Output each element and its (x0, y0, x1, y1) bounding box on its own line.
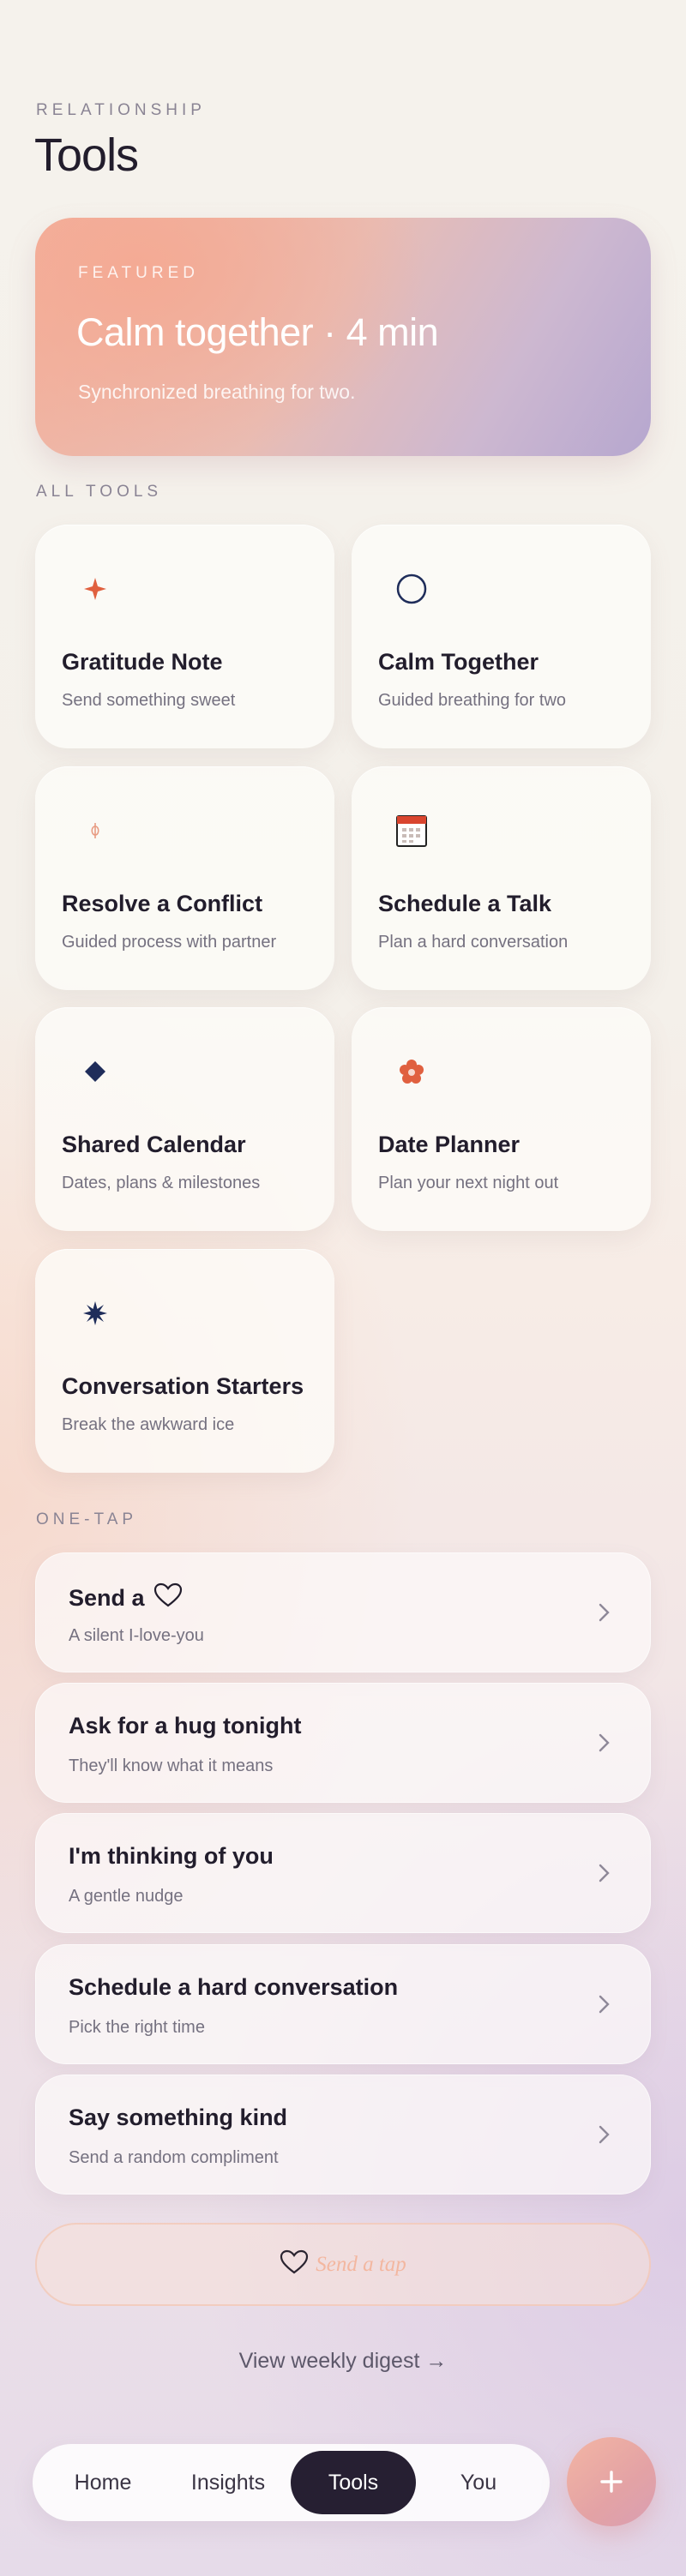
one-tap-title: Send a (69, 1585, 145, 1611)
tool-desc: Break the awkward ice (62, 1415, 235, 1434)
featured-title: Calm together · 4 min (76, 310, 439, 354)
sparkle-icon (78, 572, 112, 606)
tool-desc: Send something sweet (62, 691, 236, 710)
featured-card[interactable]: FEATURED Calm together · 4 min Synchroni… (35, 218, 651, 456)
one-tap-title: Say something kind (69, 2105, 288, 2130)
tools-screen: RELATIONSHIP Tools FEATURED Calm togethe… (0, 0, 686, 2576)
tool-desc: Guided process with partner (62, 933, 277, 952)
nav-item-insights[interactable]: Insights (165, 2451, 291, 2514)
add-button[interactable] (567, 2437, 656, 2526)
tool-desc: Guided breathing for two (378, 691, 567, 710)
one-tap-item-send-love[interactable]: Send a A silent I-love-you (35, 1552, 651, 1672)
one-tap-title: Schedule a hard conversation (69, 1974, 399, 2000)
handshake-icon (78, 814, 112, 848)
circle-icon (394, 572, 429, 606)
tool-card-gratitude-note[interactable]: Gratitude Note Send something sweet (35, 525, 334, 748)
tool-name: Date Planner (378, 1132, 521, 1157)
tool-card-resolve-conflict[interactable]: Resolve a Conflict Guided process with p… (35, 766, 334, 990)
tool-card-calm-together[interactable]: Calm Together Guided breathing for two (352, 525, 651, 748)
one-tap-eyebrow: ONE-TAP (36, 1510, 138, 1528)
send-tap-label: Send a tap (316, 2252, 406, 2276)
tool-desc: Plan your next night out (378, 1174, 559, 1192)
one-tap-subtitle: Send a random compliment (69, 2148, 279, 2167)
nav-item-home[interactable]: Home (40, 2451, 165, 2514)
chevron-right-icon (599, 1864, 610, 1882)
send-tap-button[interactable]: Send a tap (35, 2223, 651, 2306)
plus-icon (600, 2471, 623, 2493)
section-eyebrow: RELATIONSHIP (36, 101, 206, 119)
one-tap-item-say-kind[interactable]: Say something kind Send a random complim… (35, 2075, 651, 2195)
page-title: Tools (34, 129, 139, 181)
starburst-icon (78, 1296, 112, 1330)
one-tap-item-schedule-conversation[interactable]: Schedule a hard conversation Pick the ri… (35, 1944, 651, 2064)
calendar-icon (394, 814, 429, 848)
one-tap-title: I'm thinking of you (69, 1843, 274, 1869)
view-weekly-digest-link[interactable]: View weekly digest → (0, 2349, 686, 2374)
one-tap-item-ask-hug[interactable]: Ask for a hug tonight They'll know what … (35, 1683, 651, 1803)
flower-icon (394, 1054, 429, 1089)
one-tap-title: Ask for a hug tonight (69, 1713, 302, 1738)
nav-item-you[interactable]: You (416, 2451, 541, 2514)
bottom-nav: Home Insights Tools You (33, 2444, 550, 2521)
tool-name: Gratitude Note (62, 649, 223, 675)
tool-desc: Dates, plans & milestones (62, 1174, 261, 1192)
nav-item-tools[interactable]: Tools (291, 2451, 416, 2514)
one-tap-subtitle: A silent I-love-you (69, 1626, 204, 1645)
heart-icon (153, 1582, 183, 1614)
tool-name: Conversation Starters (62, 1373, 304, 1399)
one-tap-subtitle: A gentle nudge (69, 1887, 184, 1906)
chevron-right-icon (599, 2125, 610, 2144)
featured-subtitle: Synchronized breathing for two. (78, 381, 356, 403)
tool-card-schedule-talk[interactable]: Schedule a Talk Plan a hard conversation (352, 766, 651, 990)
one-tap-subtitle: Pick the right time (69, 2018, 205, 2037)
diamond-icon (78, 1054, 112, 1089)
tool-name: Calm Together (378, 649, 539, 675)
tool-card-shared-calendar[interactable]: Shared Calendar Dates, plans & milestone… (35, 1007, 334, 1231)
chevron-right-icon (599, 1995, 610, 2014)
tool-card-date-planner[interactable]: Date Planner Plan your next night out (352, 1007, 651, 1231)
heart-icon (280, 2249, 309, 2279)
tool-desc: Plan a hard conversation (378, 933, 569, 952)
chevron-right-icon (599, 1733, 610, 1752)
one-tap-title-row: Send a (69, 1582, 183, 1614)
all-tools-eyebrow: ALL TOOLS (36, 483, 163, 501)
tool-card-conversation-starters[interactable]: Conversation Starters Break the awkward … (35, 1249, 334, 1473)
one-tap-item-thinking-of-you[interactable]: I'm thinking of you A gentle nudge (35, 1813, 651, 1933)
one-tap-subtitle: They'll know what it means (69, 1756, 274, 1775)
featured-eyebrow: FEATURED (78, 264, 199, 282)
tool-name: Resolve a Conflict (62, 891, 263, 916)
chevron-right-icon (599, 1603, 610, 1622)
tool-name: Shared Calendar (62, 1132, 246, 1157)
tool-name: Schedule a Talk (378, 891, 552, 916)
